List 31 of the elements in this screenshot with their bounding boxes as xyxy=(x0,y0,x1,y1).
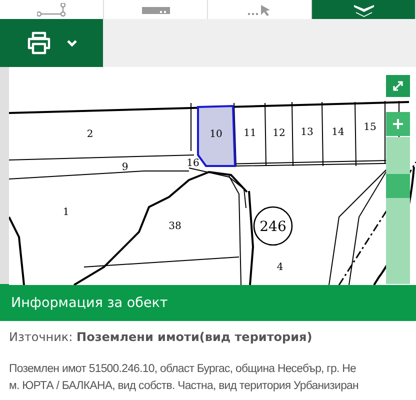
zoom-slider[interactable] xyxy=(386,137,410,284)
zoom-in-button[interactable] xyxy=(386,112,410,136)
parcel-number: 15 xyxy=(364,122,376,133)
printer-icon xyxy=(26,31,52,55)
selected-parcel[interactable] xyxy=(197,104,236,167)
toolbar-tab[interactable] xyxy=(312,0,416,19)
parcel-number: 14 xyxy=(332,127,344,138)
expand-button[interactable] xyxy=(386,75,410,97)
parcel-number: 1 xyxy=(62,207,70,218)
parcel-number: 16 xyxy=(186,158,200,169)
parcel-number: 12 xyxy=(272,128,286,139)
polyline-icon xyxy=(36,3,66,17)
plus-icon xyxy=(393,119,403,129)
parcel-number: 10 xyxy=(210,129,222,140)
print-button[interactable] xyxy=(0,19,103,67)
parcel-number: 4 xyxy=(276,262,284,273)
parcel-number: 2 xyxy=(86,129,94,140)
parcel-number: 9 xyxy=(122,162,128,173)
parcel-description: Поземлен имот 51500.246.10, област Бургас, община Несебър, гр. Не м. ЮРТА / БАЛКАНА, вид собств. Частна, вид територия Урбанизиран xyxy=(9,362,360,394)
parcel-number: 11 xyxy=(244,128,256,139)
cursor-select-icon xyxy=(248,5,272,17)
layers-icon xyxy=(352,5,376,17)
parcel-number: 38 xyxy=(168,221,182,232)
block-circle xyxy=(253,206,293,246)
parcel-number: 13 xyxy=(300,127,314,138)
monitor-icon xyxy=(142,7,170,17)
expand-icon xyxy=(393,81,403,91)
panel-title: Информация за обект xyxy=(0,287,416,321)
block-number: 246 xyxy=(260,219,286,235)
zoom-slider-thumb[interactable] xyxy=(386,174,410,198)
source-text: Източник: Поземлени имоти(вид територия) xyxy=(9,330,314,344)
